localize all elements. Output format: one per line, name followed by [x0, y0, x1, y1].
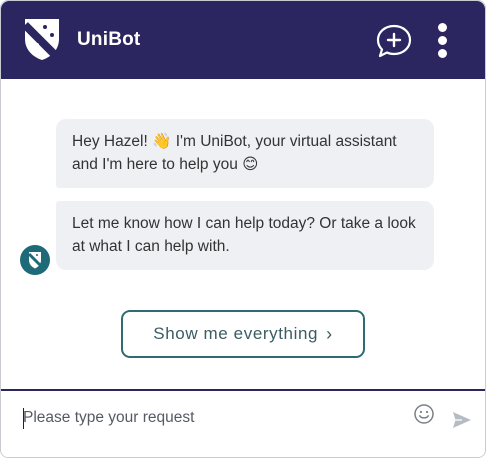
- new-chat-icon[interactable]: [375, 23, 413, 59]
- bot-message: Hey Hazel! 👋 I'm UniBot, your virtual as…: [56, 119, 434, 188]
- kebab-menu-icon[interactable]: [433, 21, 453, 61]
- chat-header: UniBot: [1, 1, 485, 79]
- message-composer: [1, 391, 485, 457]
- bot-message: Let me know how I can help today? Or tak…: [56, 201, 434, 270]
- bot-avatar-icon: [20, 245, 50, 275]
- university-crest-icon: [23, 19, 59, 60]
- request-input[interactable]: [23, 405, 403, 431]
- chevron-right-icon: ›: [326, 323, 333, 344]
- send-icon[interactable]: [451, 409, 473, 431]
- text-caret: [23, 408, 24, 429]
- conversation-area: Hey Hazel! 👋 I'm UniBot, your virtual as…: [1, 79, 485, 389]
- chat-window: UniBot Hey Hazel! 👋 I'm UniBot, your vir…: [0, 0, 486, 458]
- emoji-icon[interactable]: [413, 403, 435, 425]
- show-me-everything-button[interactable]: Show me everything ›: [121, 310, 365, 358]
- suggestion-label: Show me everything: [153, 324, 319, 343]
- app-title: UniBot: [77, 29, 141, 50]
